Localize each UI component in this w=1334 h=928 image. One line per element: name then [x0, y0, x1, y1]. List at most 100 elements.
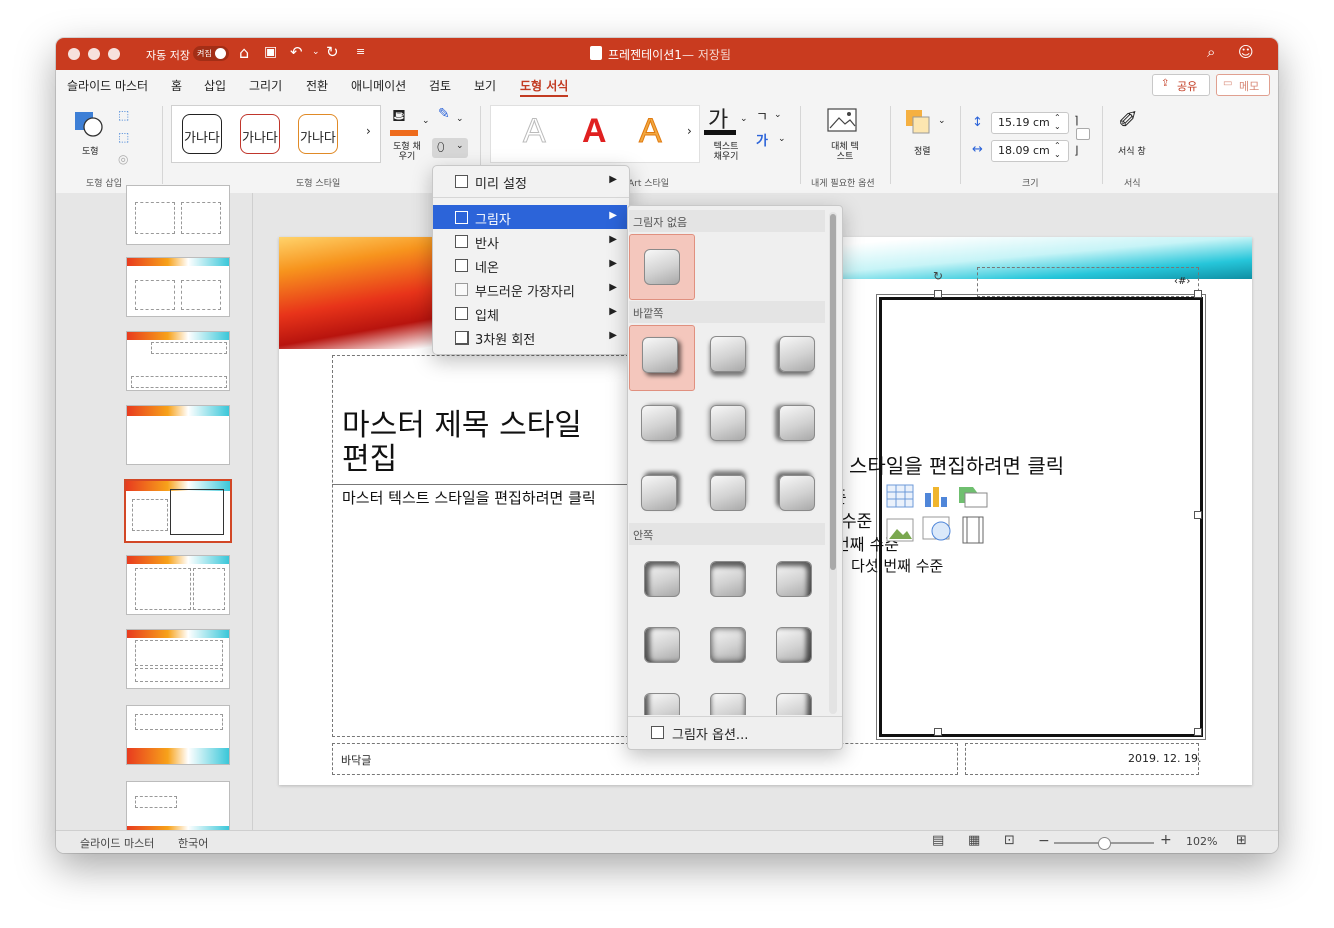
fit-to-window-icon[interactable]: ⊞: [1236, 833, 1247, 848]
shadow-option-outer[interactable]: [629, 325, 695, 391]
close-window-button[interactable]: [68, 48, 80, 60]
shape-style-gallery[interactable]: 가나다 가나다 가나다 ›: [171, 105, 381, 163]
wordart-style-orange-icon[interactable]: A: [639, 112, 663, 151]
insert-picture-icon[interactable]: [886, 518, 914, 542]
shadow-option-inner[interactable]: [761, 547, 825, 611]
slide-thumbnail-pane[interactable]: [56, 185, 253, 841]
arrange-dropdown-icon[interactable]: ⌄: [938, 116, 946, 126]
text-outline-icon[interactable]: ㄱ: [756, 106, 768, 125]
shadow-option-inner[interactable]: [776, 693, 812, 715]
slide-thumbnail[interactable]: [126, 405, 230, 465]
shadow-option-inner[interactable]: [629, 547, 693, 611]
body-text-left[interactable]: 마스터 텍스트 스타일을 편집하려면 클릭: [342, 487, 596, 508]
slide-thumbnail-selected[interactable]: [124, 479, 232, 543]
title-line-1[interactable]: 마스터 제목 스타일: [342, 409, 582, 443]
title-line-2[interactable]: 편집: [342, 443, 397, 477]
comment-button[interactable]: ▭ 메모: [1216, 74, 1270, 96]
insert-chart-icon[interactable]: [925, 487, 947, 507]
shadow-option-outer[interactable]: [629, 391, 693, 455]
presenter-view-icon[interactable]: ⊡: [1004, 833, 1015, 848]
shadow-option-inner[interactable]: [761, 613, 825, 677]
language-label[interactable]: 한국어: [178, 835, 208, 851]
shadow-option-outer[interactable]: [761, 457, 825, 521]
width-field[interactable]: 18.09 cm ⌃ ⌄: [991, 140, 1069, 162]
text-fill-dropdown-icon[interactable]: ⌄: [740, 114, 748, 124]
date-placeholder[interactable]: 2019. 12. 19.: [965, 743, 1201, 775]
height-field[interactable]: 15.19 cm ⌃ ⌄: [991, 112, 1069, 134]
tab-shape-format[interactable]: 도형 서식: [520, 77, 569, 97]
shadow-option-inner[interactable]: [695, 547, 759, 611]
search-icon[interactable]: ⌕: [1207, 43, 1215, 61]
edit-points-icon[interactable]: ⬚: [118, 130, 129, 144]
wordart-gallery-next-icon[interactable]: ›: [687, 124, 692, 138]
shadow-option-outer[interactable]: [761, 325, 825, 389]
resize-handle[interactable]: [1194, 728, 1202, 736]
merge-shapes-icon[interactable]: ◎: [118, 152, 128, 166]
tab-transitions[interactable]: 전환: [306, 77, 328, 94]
alt-text-button[interactable]: [826, 106, 862, 140]
width-stepper-icon[interactable]: ⌃ ⌄: [1054, 141, 1061, 159]
shadow-option-inner[interactable]: [629, 613, 693, 677]
slide-thumbnail[interactable]: [126, 629, 230, 689]
text-effects-icon[interactable]: 가: [756, 130, 768, 149]
resize-handle[interactable]: [934, 728, 942, 736]
wordart-style-white-icon[interactable]: A: [523, 112, 547, 151]
slide-thumbnail[interactable]: [126, 331, 230, 391]
rotate-handle-icon[interactable]: ↻: [933, 269, 943, 283]
shadow-option-outer[interactable]: [695, 325, 759, 389]
slide-thumbnail[interactable]: [126, 705, 230, 765]
smiley-feedback-icon[interactable]: ☺: [1238, 43, 1254, 61]
fill-dropdown-icon[interactable]: ⌄: [422, 116, 430, 126]
shape-effects-button[interactable]: ⬯ ⌄: [432, 138, 468, 158]
menu-item-shadow[interactable]: 그림자 ▶: [433, 205, 627, 229]
zoom-out-button[interactable]: −: [1038, 833, 1050, 849]
insert-online-picture-icon[interactable]: [922, 516, 951, 541]
page-number-placeholder[interactable]: ‹#›: [977, 267, 1199, 297]
menu-item-glow[interactable]: 네온 ▶: [433, 253, 627, 277]
autosave-toggle[interactable]: 켜짐: [193, 46, 229, 61]
share-button[interactable]: ⇪ 공유: [1152, 74, 1210, 96]
gallery-next-icon[interactable]: ›: [366, 124, 371, 138]
save-icon[interactable]: ▣: [264, 44, 277, 60]
home-icon[interactable]: ⌂: [239, 43, 249, 62]
zoom-window-button[interactable]: [108, 48, 120, 60]
tab-insert[interactable]: 삽입: [204, 77, 226, 94]
tab-review[interactable]: 검토: [429, 77, 451, 94]
shape-style-swatch[interactable]: 가나다: [182, 114, 222, 154]
text-outline-dropdown-icon[interactable]: ⌄: [774, 110, 782, 120]
tab-home[interactable]: 홈: [171, 77, 182, 94]
tab-draw[interactable]: 그리기: [249, 77, 282, 94]
submenu-scrollbar-thumb[interactable]: [830, 214, 836, 570]
tab-view[interactable]: 보기: [474, 77, 496, 94]
outline-dropdown-icon[interactable]: ⌄: [456, 114, 464, 124]
shadow-option-outer[interactable]: [695, 457, 759, 521]
shadow-option-outer[interactable]: [761, 391, 825, 455]
right-text-line-5[interactable]: 다섯 번째 수준: [851, 555, 943, 576]
text-effects-dropdown-icon[interactable]: ⌄: [778, 134, 786, 144]
shadow-option-inner[interactable]: [710, 693, 746, 715]
undo-icon[interactable]: ↶: [290, 43, 303, 61]
shapes-button[interactable]: [68, 106, 110, 142]
zoom-slider[interactable]: [1054, 837, 1154, 850]
normal-view-icon[interactable]: ▤: [932, 833, 944, 848]
lock-aspect-checkbox[interactable]: [1076, 128, 1090, 140]
right-text-line-1[interactable]: 스타일을 편집하려면 클릭: [849, 450, 1064, 479]
format-pane-button[interactable]: ✐: [1116, 106, 1150, 140]
slide-sorter-icon[interactable]: ▦: [968, 833, 980, 848]
shape-style-swatch[interactable]: 가나다: [298, 114, 338, 154]
menu-item-soft-edges[interactable]: 부드러운 가장자리 ▶: [433, 277, 627, 301]
right-text-line-3[interactable]: 수준: [841, 507, 872, 532]
undo-dropdown-icon[interactable]: ⌄: [312, 47, 320, 57]
insert-video-icon[interactable]: [962, 516, 984, 544]
arrange-button[interactable]: [904, 108, 932, 136]
shape-style-swatch[interactable]: 가나다: [240, 114, 280, 154]
shadow-option-inner[interactable]: [644, 693, 680, 715]
customize-toolbar-icon[interactable]: ≡: [356, 45, 365, 58]
resize-handle[interactable]: [1194, 511, 1202, 519]
tab-slide-master[interactable]: 슬라이드 마스터: [67, 77, 148, 94]
shadow-option-inner[interactable]: [695, 613, 759, 677]
slide-thumbnail[interactable]: [126, 555, 230, 615]
shadow-option-none[interactable]: [629, 234, 695, 300]
tab-animations[interactable]: 애니메이션: [351, 77, 406, 94]
slide-thumbnail[interactable]: [126, 257, 230, 317]
